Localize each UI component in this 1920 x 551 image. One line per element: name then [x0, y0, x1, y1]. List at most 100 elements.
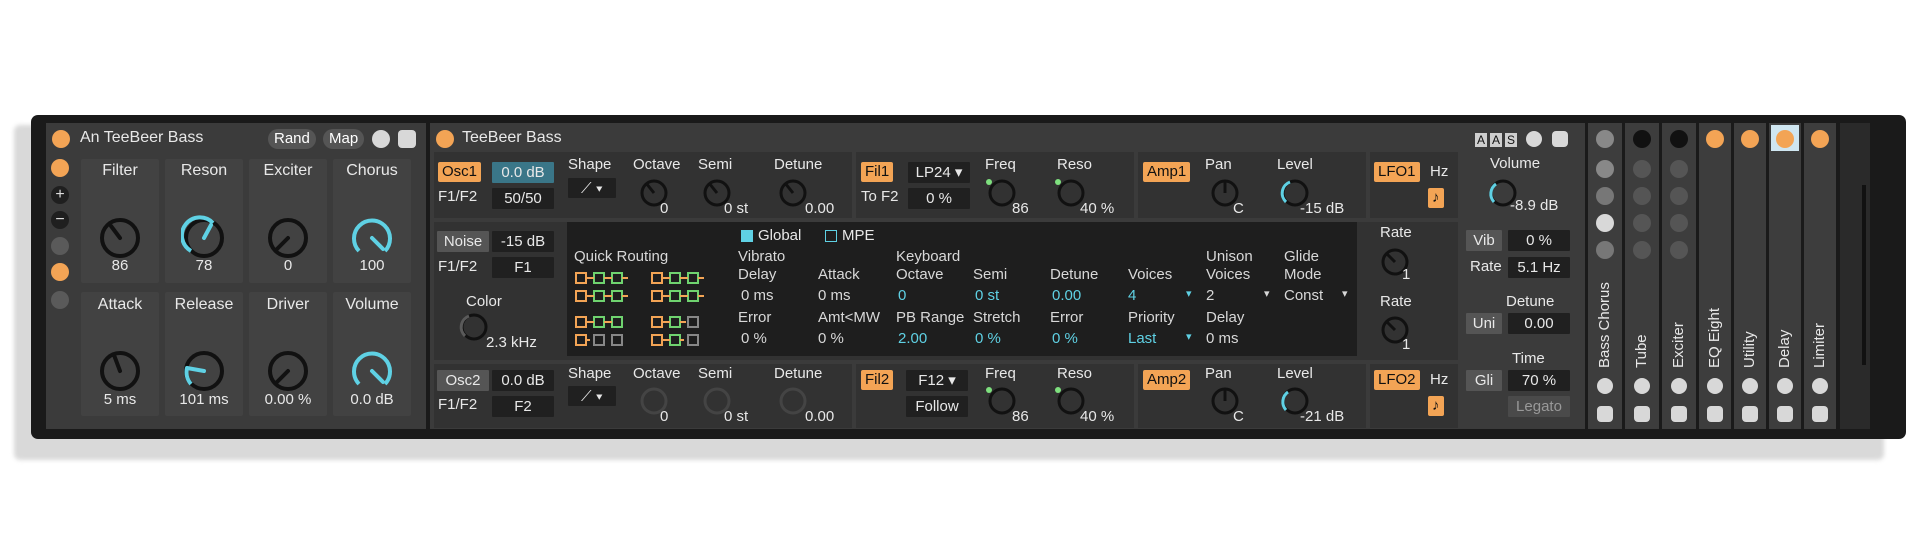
noise-f1f2[interactable]: F1: [492, 257, 554, 278]
macro-knob[interactable]: [97, 215, 143, 261]
uni-toggle[interactable]: Uni: [1466, 313, 1502, 334]
global-tab[interactable]: Global: [758, 227, 801, 244]
snapshot-icon[interactable]: [51, 237, 69, 255]
glide-time[interactable]: 70 %: [1508, 370, 1570, 391]
pb-range-value[interactable]: 2.00: [898, 330, 927, 347]
device-activator[interactable]: [436, 130, 454, 148]
macro-knob[interactable]: [181, 215, 227, 261]
lfo2-sync-note-icon[interactable]: ♪: [1428, 396, 1444, 416]
chevron-down-icon[interactable]: ▾: [1186, 287, 1192, 300]
save-preset-icon[interactable]: [1597, 406, 1613, 422]
power-icon[interactable]: [1776, 130, 1794, 148]
lfo1-unit[interactable]: Hz: [1430, 163, 1448, 180]
header-s[interactable]: S: [1505, 133, 1518, 147]
macro-knob[interactable]: [349, 215, 395, 261]
device-list-icon[interactable]: [1670, 241, 1688, 259]
osc2-shape-select[interactable]: ⟋ ▾: [568, 386, 616, 406]
power-icon[interactable]: [1741, 130, 1759, 148]
save-preset-icon[interactable]: [398, 130, 416, 148]
save-preset-icon[interactable]: [1552, 131, 1568, 147]
device-list-icon[interactable]: [51, 291, 69, 309]
mpe-tab-icon[interactable]: [825, 230, 837, 242]
kb-octave-value[interactable]: 0: [898, 287, 906, 304]
power-icon[interactable]: [1706, 130, 1724, 148]
remove-macro-icon[interactable]: −: [51, 211, 69, 229]
noise-toggle[interactable]: Noise: [437, 231, 489, 252]
priority-value[interactable]: Last: [1128, 330, 1156, 347]
power-icon[interactable]: [1811, 130, 1829, 148]
rack-macro-icon[interactable]: [1633, 160, 1651, 178]
vib-rate[interactable]: 5.1 Hz: [1508, 257, 1570, 278]
chain-list-icon[interactable]: [1670, 214, 1688, 232]
save-preset-icon[interactable]: [1812, 406, 1828, 422]
scrollbar[interactable]: [1862, 185, 1866, 365]
hot-swap-icon[interactable]: [1812, 378, 1828, 394]
hot-swap-icon[interactable]: [1777, 378, 1793, 394]
kb-detune-value[interactable]: 0.00: [1052, 287, 1081, 304]
macro-knob[interactable]: [97, 348, 143, 394]
macro-knob[interactable]: [265, 348, 311, 394]
fil1-type-select[interactable]: LP24 ▾: [908, 162, 970, 183]
osc2-level[interactable]: 0.0 dB: [492, 370, 554, 391]
power-icon[interactable]: [1633, 130, 1651, 148]
fil1-toggle[interactable]: Fil1: [861, 162, 894, 182]
header-a1[interactable]: A: [1475, 133, 1488, 147]
macro-knob[interactable]: [349, 348, 395, 394]
macro-knob[interactable]: [181, 348, 227, 394]
save-preset-icon[interactable]: [1707, 406, 1723, 422]
save-preset-icon[interactable]: [1777, 406, 1793, 422]
show-macros-icon[interactable]: [51, 159, 69, 177]
lfo1-sync-note-icon[interactable]: ♪: [1428, 188, 1444, 208]
osc2-f1f2[interactable]: F2: [492, 396, 554, 417]
chain-list-icon[interactable]: [51, 263, 69, 281]
macro-knob[interactable]: [265, 215, 311, 261]
vib-attack-value[interactable]: 0 ms: [818, 287, 851, 304]
snapshot-icon[interactable]: [1633, 187, 1651, 205]
stretch-value[interactable]: 0 %: [975, 330, 1001, 347]
rack-activator[interactable]: [52, 130, 70, 148]
lfo1-toggle[interactable]: LFO1: [1374, 162, 1420, 182]
global-tab-icon[interactable]: [741, 230, 753, 242]
osc1-f1f2[interactable]: 50/50: [492, 188, 554, 209]
lfo2-toggle[interactable]: LFO2: [1374, 370, 1420, 390]
osc1-toggle[interactable]: Osc1: [438, 162, 482, 182]
voices-value[interactable]: 4: [1128, 287, 1136, 304]
chevron-down-icon[interactable]: ▾: [1342, 287, 1348, 300]
save-preset-icon[interactable]: [1671, 406, 1687, 422]
hot-swap-icon[interactable]: [1526, 131, 1542, 147]
noise-level[interactable]: -15 dB: [492, 231, 554, 252]
header-a2[interactable]: A: [1490, 133, 1503, 147]
power-icon[interactable]: [1670, 130, 1688, 148]
glide-mode-value[interactable]: Const: [1284, 287, 1323, 304]
lfo2-unit[interactable]: Hz: [1430, 371, 1448, 388]
vib-delay-value[interactable]: 0 ms: [741, 287, 774, 304]
map-button[interactable]: Map: [323, 129, 365, 149]
unison-delay-value[interactable]: 0 ms: [1206, 330, 1239, 347]
hot-swap-icon[interactable]: [1742, 378, 1758, 394]
hot-swap-icon[interactable]: [1597, 378, 1613, 394]
rack-macro-icon[interactable]: [1596, 160, 1614, 178]
rack-macro-icon[interactable]: [1670, 160, 1688, 178]
osc2-toggle[interactable]: Osc2: [437, 370, 489, 391]
hot-swap-icon[interactable]: [1634, 378, 1650, 394]
osc1-level[interactable]: 0.0 dB: [492, 162, 554, 183]
chain-list-icon[interactable]: [1633, 214, 1651, 232]
snapshot-icon[interactable]: [1670, 187, 1688, 205]
legato-button[interactable]: Legato: [1508, 396, 1570, 417]
rand-button[interactable]: Rand: [268, 129, 316, 149]
follow-button[interactable]: Follow: [906, 396, 968, 417]
save-preset-icon[interactable]: [1742, 406, 1758, 422]
hot-swap-icon[interactable]: [1671, 378, 1687, 394]
add-macro-icon[interactable]: +: [51, 186, 69, 204]
unison-voices-value[interactable]: 2: [1206, 287, 1214, 304]
vib-toggle[interactable]: Vib: [1466, 230, 1502, 251]
mpe-tab[interactable]: MPE: [842, 227, 875, 244]
hot-swap-icon[interactable]: [1707, 378, 1723, 394]
gli-toggle[interactable]: Gli: [1466, 370, 1502, 391]
save-preset-icon[interactable]: [1634, 406, 1650, 422]
fil2-toggle[interactable]: Fil2: [861, 370, 894, 390]
uni-detune[interactable]: 0.00: [1508, 313, 1570, 334]
amt-mw-value[interactable]: 0 %: [818, 330, 844, 347]
power-icon[interactable]: [1596, 130, 1614, 148]
amp2-toggle[interactable]: Amp2: [1143, 370, 1191, 390]
